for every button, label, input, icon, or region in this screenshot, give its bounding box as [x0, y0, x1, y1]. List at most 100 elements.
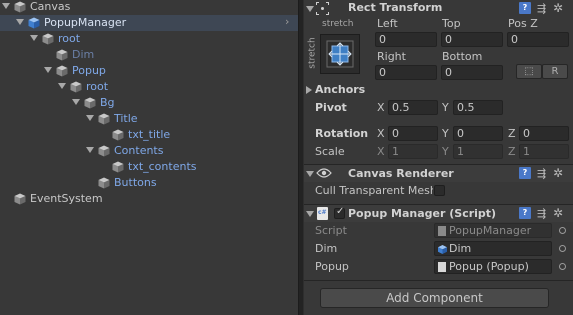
scale-x-field[interactable]: 1 [388, 144, 438, 159]
cull-transparent-mesh-checkbox[interactable] [434, 185, 445, 196]
scale-y-field[interactable]: 1 [453, 144, 503, 159]
top-label: Top [442, 17, 461, 30]
gameobject-cube-icon [84, 97, 96, 109]
pivot-y-field[interactable]: 0.5 [453, 100, 503, 115]
chevron-right-icon[interactable]: › [285, 15, 289, 28]
dim-field[interactable]: Dim [434, 241, 552, 256]
gameobject-cube-icon [42, 33, 54, 45]
hierarchy-item[interactable]: root [0, 31, 298, 47]
help-book-icon[interactable]: ? [519, 207, 531, 219]
rotation-label: Rotation [315, 127, 369, 140]
anchors-expand-arrow-icon[interactable] [306, 86, 312, 94]
hierarchy-item[interactable]: txt_contents [0, 159, 298, 175]
blueprint-mode-button[interactable]: ⬚ [516, 64, 542, 79]
eye-icon [316, 167, 332, 179]
right-field[interactable]: 0 [375, 65, 437, 80]
rot-y-field[interactable]: 0 [453, 126, 503, 141]
script-field[interactable]: PopupManager [434, 223, 552, 238]
canvas-renderer-title: Canvas Renderer [348, 167, 454, 180]
posz-field[interactable]: 0 [507, 32, 569, 47]
hierarchy-item[interactable]: EventSystem [0, 191, 298, 207]
expand-arrow-icon[interactable] [16, 19, 24, 25]
expand-arrow-icon[interactable] [86, 115, 94, 121]
help-book-icon[interactable]: ? [519, 2, 531, 14]
hierarchy-item[interactable]: Dim [0, 47, 298, 63]
object-picker-icon[interactable] [559, 245, 566, 252]
bottom-field[interactable]: 0 [441, 65, 503, 80]
hierarchy-item-label: txt_title [128, 128, 171, 141]
popup-manager-header[interactable]: c# ✓ Popup Manager (Script) ? ⇶ ✲ [304, 204, 573, 222]
scale-z-field[interactable]: 1 [519, 144, 569, 159]
expand-arrow-icon[interactable] [86, 147, 94, 153]
hierarchy-item-label: Title [114, 112, 138, 125]
gameobject-cube-icon [14, 1, 26, 13]
collapse-arrow-icon[interactable] [306, 6, 314, 12]
inspector-panel: Rect Transform ? ⇶ ✲ stretch stretch Lef… [304, 0, 573, 315]
top-field[interactable]: 0 [441, 32, 503, 47]
hierarchy-item[interactable]: Canvas [0, 0, 298, 15]
hierarchy-panel: Canvas PopupManager root Dim Popup root Bg Titl… [0, 0, 298, 315]
gameobject-cube-icon [98, 113, 110, 125]
rect-transform-icon [316, 2, 329, 15]
hierarchy-item-label: PopupManager [44, 16, 127, 29]
gameobject-cube-icon [112, 161, 124, 173]
popup-label: Popup [315, 260, 349, 273]
gameobject-cube-icon [112, 129, 124, 141]
hierarchy-item-label: root [58, 32, 81, 45]
object-picker-icon[interactable] [559, 227, 566, 234]
expand-arrow-icon[interactable] [30, 35, 38, 41]
scale-y-label: Y [442, 145, 449, 158]
script-label: Script [315, 224, 347, 237]
popup-field-value: Popup (Popup) [449, 260, 529, 273]
rot-z-label: Z [508, 127, 516, 140]
script-file-icon [438, 226, 446, 236]
dim-label: Dim [315, 242, 338, 255]
collapse-arrow-icon[interactable] [306, 171, 314, 177]
hierarchy-item[interactable]: Buttons [0, 175, 298, 191]
rot-x-field[interactable]: 0 [388, 126, 438, 141]
popup-manager-header-icons: ? ⇶ ✲ [519, 206, 569, 221]
hierarchy-item[interactable]: Title [0, 111, 298, 127]
rect-transform-header[interactable]: Rect Transform ? ⇶ ✲ [304, 0, 573, 18]
help-book-icon[interactable]: ? [519, 167, 531, 179]
popup-manager-enabled-checkbox[interactable]: ✓ [334, 206, 345, 219]
scale-label: Scale [315, 145, 345, 158]
stretch-top-label: stretch [322, 19, 354, 29]
expand-arrow-icon[interactable] [44, 67, 52, 73]
object-picker-icon[interactable] [559, 263, 566, 270]
anchor-presets-button[interactable] [320, 34, 360, 74]
hierarchy-item[interactable]: txt_title [0, 127, 298, 143]
settings-gear-icon[interactable]: ✲ [553, 166, 563, 180]
expand-arrow-icon[interactable] [58, 83, 66, 89]
gameobject-cube-icon [56, 65, 68, 77]
hierarchy-item[interactable]: PopupManager [0, 15, 298, 31]
gameobject-cube-icon [56, 49, 68, 61]
preset-sliders-icon[interactable]: ⇶ [537, 207, 546, 220]
settings-gear-icon[interactable]: ✲ [553, 1, 563, 15]
anchors-label[interactable]: Anchors [315, 83, 365, 96]
rot-x-label: X [377, 127, 385, 140]
collapse-arrow-icon[interactable] [306, 211, 314, 217]
scale-z-label: Z [508, 145, 516, 158]
hierarchy-item[interactable]: root [0, 79, 298, 95]
popup-field[interactable]: Popup (Popup) [434, 259, 552, 274]
left-field[interactable]: 0 [375, 32, 437, 47]
rot-z-field[interactable]: 0 [519, 126, 569, 141]
settings-gear-icon[interactable]: ✲ [553, 206, 563, 220]
hierarchy-item[interactable]: Contents [0, 143, 298, 159]
hierarchy-item[interactable]: Bg [0, 95, 298, 111]
raw-edit-button[interactable]: R [542, 64, 568, 79]
pivot-x-field[interactable]: 0.5 [388, 100, 438, 115]
pivot-x-label: X [377, 101, 385, 114]
left-label: Left [377, 17, 398, 30]
add-component-button[interactable]: Add Component [320, 288, 549, 308]
hierarchy-item-label: EventSystem [30, 192, 103, 205]
hierarchy-item-label: txt_contents [128, 160, 197, 173]
expand-arrow-icon[interactable] [2, 3, 10, 9]
hierarchy-item[interactable]: Popup [0, 63, 298, 79]
prefab-cube-icon [28, 17, 40, 29]
expand-arrow-icon[interactable] [72, 99, 80, 105]
preset-sliders-icon[interactable]: ⇶ [537, 167, 546, 180]
preset-sliders-icon[interactable]: ⇶ [537, 2, 546, 15]
canvas-renderer-header[interactable]: Canvas Renderer ? ⇶ ✲ [304, 164, 573, 182]
